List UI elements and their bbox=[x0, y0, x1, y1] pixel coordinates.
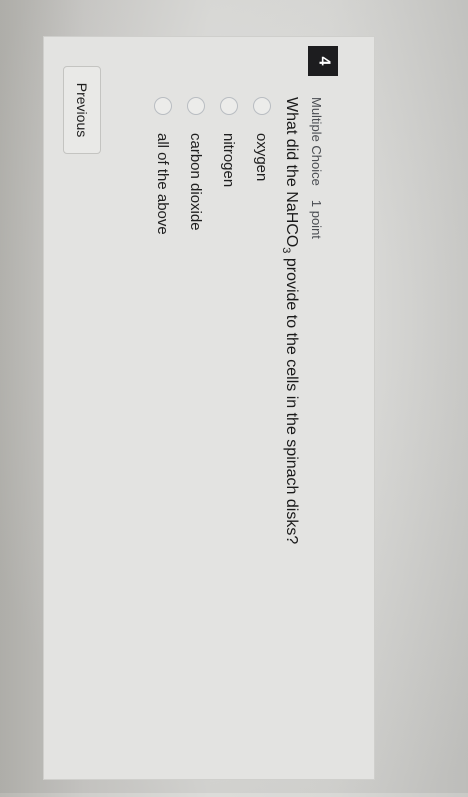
answer-option[interactable]: oxygen bbox=[246, 97, 278, 181]
answer-option[interactable]: all of the above bbox=[147, 97, 179, 235]
question-points: 1 point bbox=[309, 199, 324, 239]
question-content: Multiple Choice 1 point What did the NaHC… bbox=[6, 97, 326, 797]
radio-button[interactable] bbox=[154, 97, 172, 115]
question-type: Multiple Choice bbox=[309, 97, 324, 186]
answer-option[interactable]: nitrogen bbox=[213, 97, 245, 187]
radio-button[interactable] bbox=[253, 97, 271, 115]
question-meta: Multiple Choice 1 point bbox=[306, 97, 326, 239]
question-number-badge: 4 bbox=[308, 46, 338, 76]
radio-button[interactable] bbox=[220, 97, 238, 115]
question-prompt: What did the NaHCO3 provide to the cells… bbox=[279, 97, 300, 545]
radio-button[interactable] bbox=[187, 97, 205, 115]
answer-option[interactable]: carbon dioxide bbox=[180, 97, 212, 231]
previous-button[interactable]: Previous bbox=[63, 66, 101, 154]
